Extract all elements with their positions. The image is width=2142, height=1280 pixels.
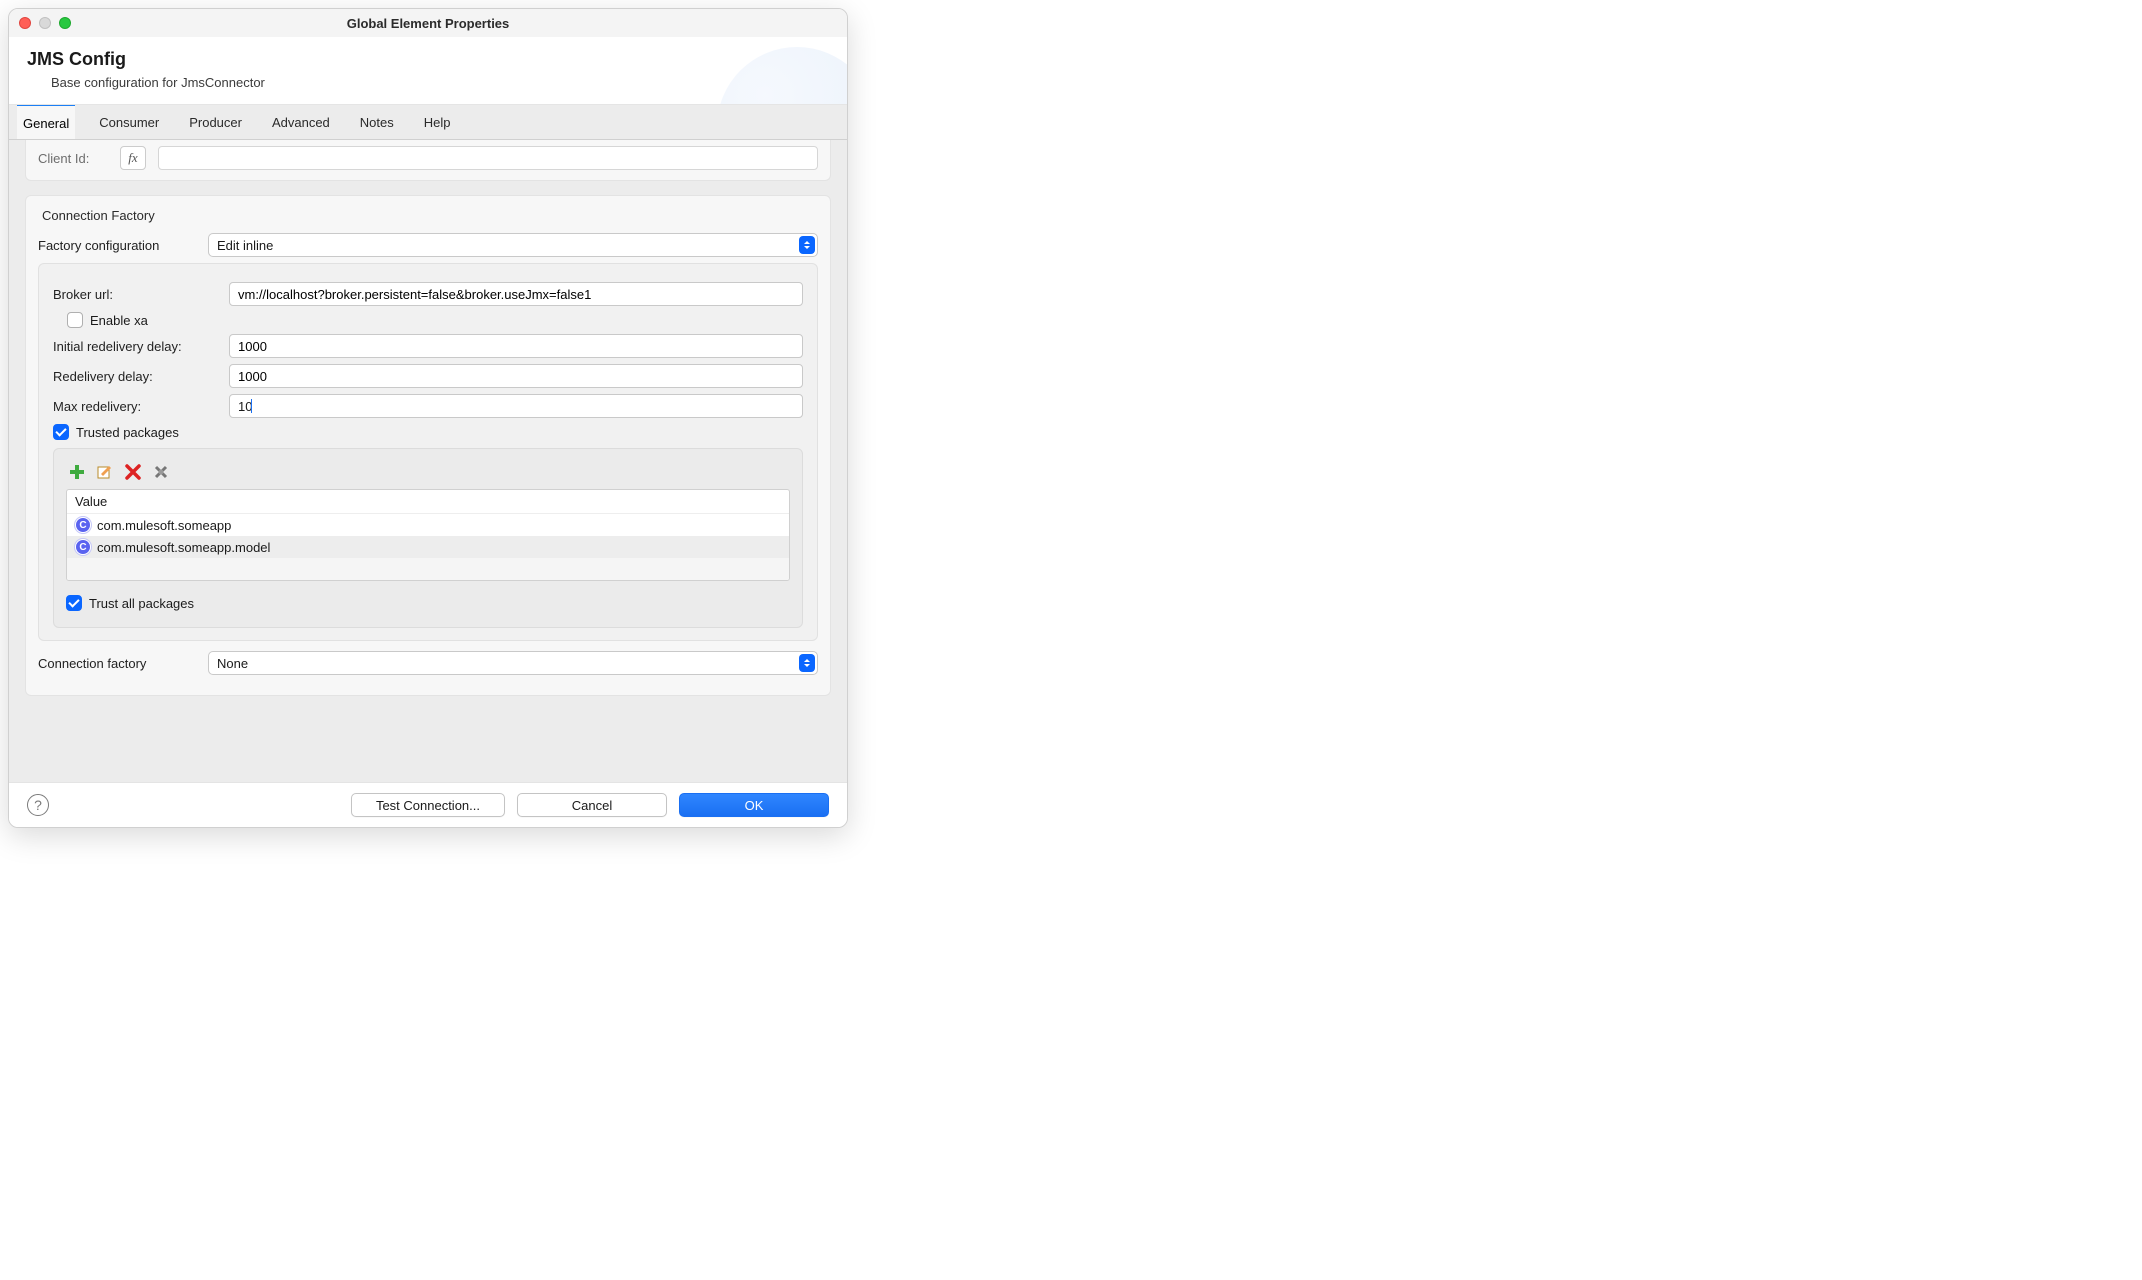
tab-notes[interactable]: Notes: [354, 105, 400, 139]
delete-icon[interactable]: [124, 463, 142, 481]
trust-all-packages-checkbox[interactable]: [66, 595, 82, 611]
package-name: com.mulesoft.someapp: [97, 518, 231, 533]
connection-factory-label: Connection factory: [38, 656, 196, 671]
table-row[interactable]: C com.mulesoft.someapp: [67, 514, 789, 536]
dialog-window: Global Element Properties JMS Config Bas…: [8, 8, 848, 828]
config-heading: JMS Config: [27, 49, 829, 70]
config-subheading: Base configuration for JmsConnector: [51, 75, 829, 90]
factory-config-select[interactable]: Edit inline: [208, 233, 818, 257]
tab-advanced[interactable]: Advanced: [266, 105, 336, 139]
trusted-packages-checkbox[interactable]: [53, 424, 69, 440]
factory-config-label: Factory configuration: [38, 238, 196, 253]
connection-factory-value: None: [217, 656, 248, 671]
test-connection-button[interactable]: Test Connection...: [351, 793, 505, 817]
enable-xa-checkbox[interactable]: [67, 312, 83, 328]
connection-factory-select[interactable]: None: [208, 651, 818, 675]
tab-producer[interactable]: Producer: [183, 105, 248, 139]
add-icon[interactable]: [68, 463, 86, 481]
enable-xa-label: Enable xa: [90, 313, 148, 328]
class-icon: C: [75, 517, 91, 533]
table-row[interactable]: C com.mulesoft.someapp.model: [67, 536, 789, 558]
help-button[interactable]: ?: [27, 794, 49, 816]
max-redelivery-label: Max redelivery:: [53, 399, 217, 414]
factory-config-value: Edit inline: [217, 238, 273, 253]
trusted-packages-panel: Value C com.mulesoft.someapp C com.mules…: [53, 448, 803, 628]
edit-icon[interactable]: [96, 463, 114, 481]
chevron-up-down-icon: [799, 236, 815, 254]
broker-url-label: Broker url:: [53, 287, 217, 302]
package-name: com.mulesoft.someapp.model: [97, 540, 270, 555]
redelivery-delay-input[interactable]: [229, 364, 803, 388]
connection-factory-panel: Connection Factory Factory configuration…: [25, 195, 831, 696]
trusted-packages-label: Trusted packages: [76, 425, 179, 440]
max-redelivery-input[interactable]: 10: [229, 394, 803, 418]
trust-all-packages-label: Trust all packages: [89, 596, 194, 611]
factory-config-inner-panel: Broker url: Enable xa Initial redelivery…: [38, 263, 818, 641]
trusted-packages-table[interactable]: Value C com.mulesoft.someapp C com.mules…: [66, 489, 790, 581]
header-area: JMS Config Base configuration for JmsCon…: [9, 37, 847, 105]
redelivery-delay-label: Redelivery delay:: [53, 369, 217, 384]
cancel-button[interactable]: Cancel: [517, 793, 667, 817]
settings-icon[interactable]: [152, 463, 170, 481]
class-icon: C: [75, 539, 91, 555]
client-id-input[interactable]: [158, 146, 818, 170]
ok-button[interactable]: OK: [679, 793, 829, 817]
initial-redelivery-delay-input[interactable]: [229, 334, 803, 358]
window-title: Global Element Properties: [9, 16, 847, 31]
initial-redelivery-delay-label: Initial redelivery delay:: [53, 339, 217, 354]
list-toolbar: [66, 459, 790, 489]
fx-expression-button[interactable]: fx: [120, 146, 146, 170]
value-column-header: Value: [67, 490, 789, 514]
connection-factory-title: Connection Factory: [42, 208, 818, 223]
tab-general[interactable]: General: [17, 104, 75, 139]
table-row-empty[interactable]: [67, 558, 789, 580]
client-id-label: Client Id:: [38, 151, 108, 166]
tab-bar: General Consumer Producer Advanced Notes…: [9, 105, 847, 140]
broker-url-input[interactable]: [229, 282, 803, 306]
tab-consumer[interactable]: Consumer: [93, 105, 165, 139]
chevron-up-down-icon: [799, 654, 815, 672]
content-area[interactable]: Client Id: fx Connection Factory Factory…: [9, 140, 847, 782]
title-bar: Global Element Properties: [9, 9, 847, 37]
dialog-footer: ? Test Connection... Cancel OK: [9, 782, 847, 827]
tab-help[interactable]: Help: [418, 105, 457, 139]
text-cursor: [251, 399, 252, 413]
